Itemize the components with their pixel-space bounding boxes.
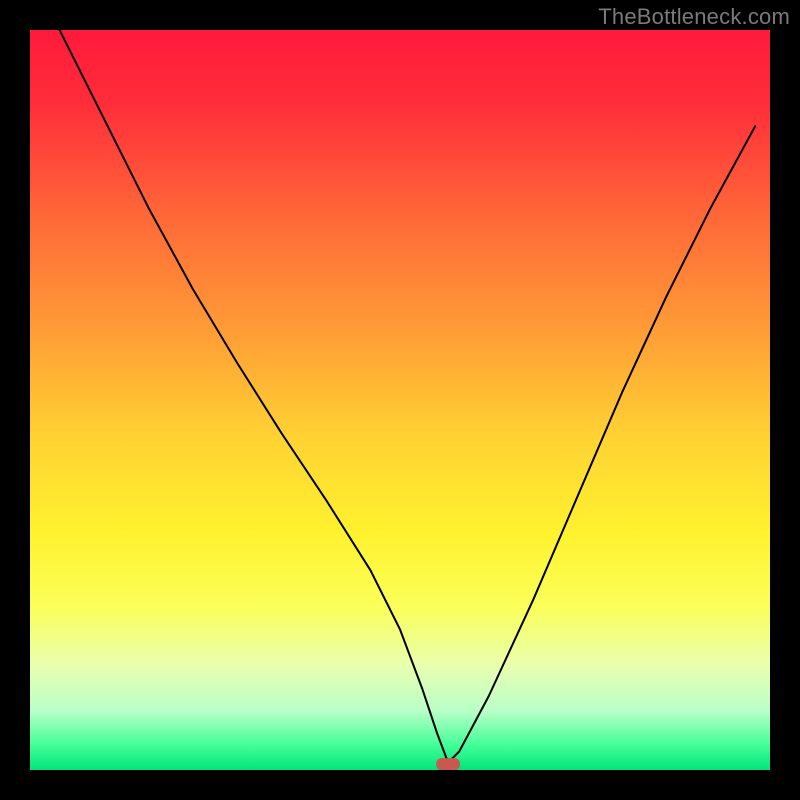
sweet-spot-marker — [436, 758, 460, 770]
plot-background — [30, 30, 770, 770]
bottleneck-chart: TheBottleneck.com — [0, 0, 800, 800]
watermark-text: TheBottleneck.com — [598, 4, 790, 30]
chart-canvas — [0, 0, 800, 800]
